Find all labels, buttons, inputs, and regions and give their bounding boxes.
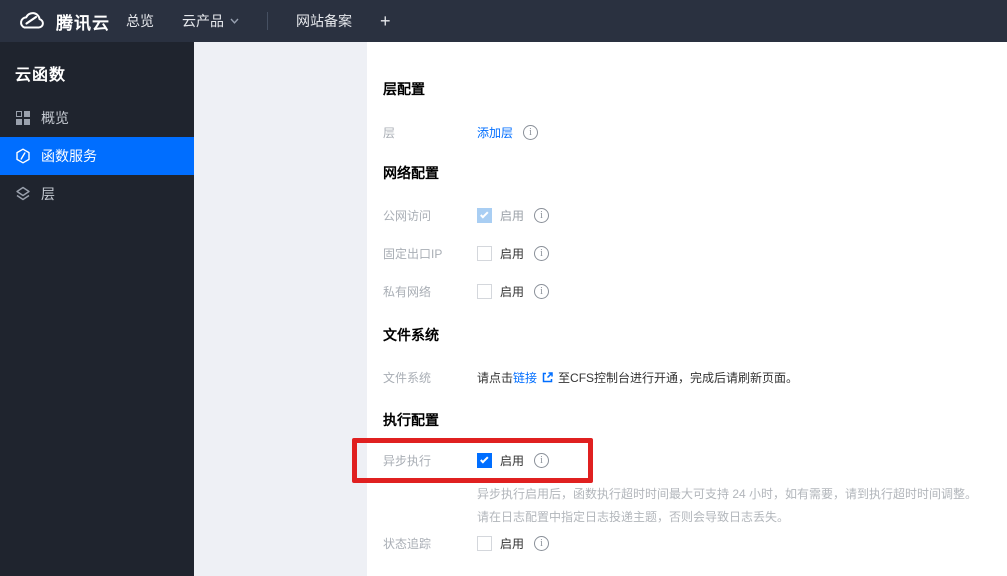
add-tab-button[interactable]: + [380, 0, 391, 42]
vpc-checkbox[interactable] [477, 283, 492, 299]
info-icon[interactable]: i [534, 283, 550, 299]
info-icon[interactable]: i [534, 207, 550, 223]
app-body: 云函数 概览 函数服务 层 层配置 层 添加层 i 网络配置 公网访问 启用 i… [0, 42, 1007, 576]
vpc-row: 私有网络 启用 i [383, 282, 550, 300]
sidebar-item-function-service[interactable]: 函数服务 [0, 137, 194, 175]
chevron-down-icon [230, 18, 239, 24]
sidebar-item-layers[interactable]: 层 [0, 175, 194, 213]
info-icon[interactable]: i [523, 124, 539, 140]
topbar: 腾讯云 总览 云产品 网站备案 + [0, 0, 1007, 42]
async-execution-label: 异步执行 [383, 453, 432, 468]
brand-name: 腾讯云 [56, 13, 110, 33]
enable-label: 启用 [500, 536, 525, 551]
public-access-checkbox [477, 207, 492, 223]
public-access-label: 公网访问 [383, 208, 432, 223]
function-icon [15, 148, 31, 164]
public-access-row: 公网访问 启用 i [383, 206, 550, 224]
async-execution-help: 异步执行启用后，函数执行超时时间最大可支持 24 小时，如有需要，请到执行超时时… [477, 483, 1007, 529]
vpc-label: 私有网络 [383, 284, 432, 299]
info-icon[interactable]: i [534, 535, 550, 551]
sidebar-item-label: 概览 [41, 110, 69, 126]
sidebar-item-label: 层 [41, 186, 55, 202]
async-help-line2: 请在日志配置中指定日志投递主题，否则会导致日志丢失。 [477, 510, 790, 524]
nav-icp-filing[interactable]: 网站备案 [296, 0, 352, 42]
secondary-panel [194, 42, 367, 576]
fixed-outbound-ip-checkbox[interactable] [477, 245, 492, 261]
filesystem-hint-after: 至CFS控制台进行开通，完成后请刷新页面。 [558, 370, 799, 385]
main-content: 层配置 层 添加层 i 网络配置 公网访问 启用 i 固定出口IP 启用 i 私… [367, 42, 1007, 576]
info-icon[interactable]: i [534, 452, 550, 468]
filesystem-hint: 请点击链接 至CFS控制台进行开通，完成后请刷新页面。 [477, 369, 798, 386]
enable-label: 启用 [500, 246, 525, 261]
topnav: 总览 云产品 网站备案 + [126, 0, 391, 42]
info-icon[interactable]: i [534, 245, 550, 261]
layer-label: 层 [383, 125, 396, 140]
tencent-cloud-logo-icon [20, 12, 44, 29]
status-tracking-label: 状态追踪 [383, 536, 432, 551]
async-execution-checkbox[interactable] [477, 452, 492, 468]
section-heading-network-config: 网络配置 [383, 165, 439, 181]
grid-icon [15, 110, 31, 126]
layers-icon [15, 186, 31, 202]
section-heading-filesystem: 文件系统 [383, 327, 439, 343]
enable-label: 启用 [500, 208, 525, 223]
sidebar-item-label: 函数服务 [41, 148, 97, 164]
filesystem-row: 文件系统 请点击链接 至CFS控制台进行开通，完成后请刷新页面。 [383, 368, 798, 386]
sidebar-title: 云函数 [15, 67, 67, 84]
fixed-outbound-ip-label: 固定出口IP [383, 246, 443, 261]
filesystem-hint-before: 请点击 [477, 370, 514, 385]
section-heading-layer-config: 层配置 [383, 81, 425, 97]
brand[interactable]: 腾讯云 [0, 9, 126, 34]
status-tracking-row: 状态追踪 启用 i [383, 534, 550, 552]
nav-cloud-products-label: 云产品 [182, 13, 224, 29]
status-tracking-checkbox[interactable] [477, 535, 492, 551]
topnav-divider [267, 12, 268, 30]
async-help-line1: 异步执行启用后，函数执行超时时间最大可支持 24 小时，如有需要，请到执行超时时… [477, 487, 978, 501]
enable-label: 启用 [500, 284, 525, 299]
cfs-console-link[interactable]: 链接 [513, 371, 537, 385]
add-layer-link[interactable]: 添加层 [477, 124, 513, 141]
fixed-outbound-ip-row: 固定出口IP 启用 i [383, 244, 550, 262]
nav-cloud-products[interactable]: 云产品 [182, 0, 239, 42]
layer-row: 层 添加层 i [383, 123, 539, 141]
enable-label: 启用 [500, 453, 525, 468]
async-execution-row: 异步执行 启用 i [383, 451, 550, 469]
sidebar-item-overview[interactable]: 概览 [0, 99, 194, 137]
sidebar: 云函数 概览 函数服务 层 [0, 42, 194, 576]
external-link-icon [542, 371, 553, 382]
nav-overview[interactable]: 总览 [126, 0, 154, 42]
filesystem-label: 文件系统 [383, 370, 432, 385]
section-heading-execution-config: 执行配置 [383, 412, 439, 428]
